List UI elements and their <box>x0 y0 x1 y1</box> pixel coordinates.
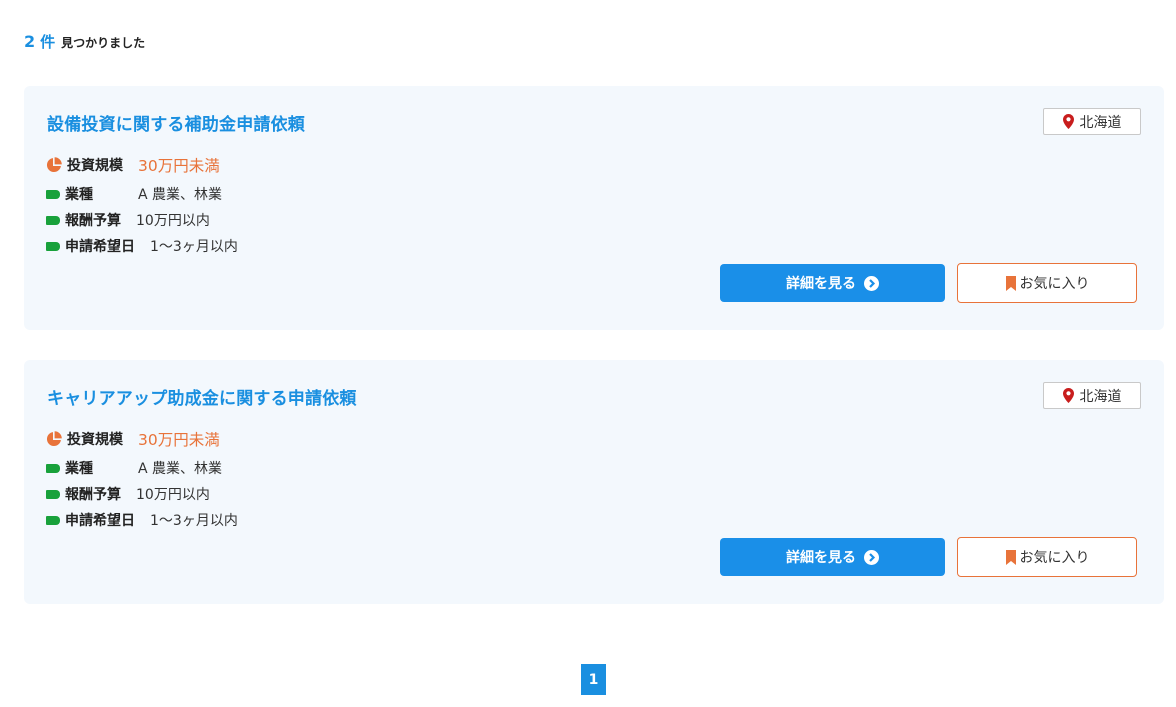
date-row: 申請希望日 1〜3ヶ月以内 <box>46 236 238 256</box>
result-count: 2 件 見つかりました <box>24 31 145 52</box>
industry-label: 業種 <box>65 461 93 477</box>
detail-button-label: 詳細を見る <box>786 276 856 292</box>
industry-label: 業種 <box>65 187 93 203</box>
budget-row: 報酬予算 10万円以内 <box>46 484 210 504</box>
tag-icon <box>46 189 60 199</box>
location-label: 北海道 <box>1079 388 1122 405</box>
detail-button[interactable]: 詳細を見る <box>720 538 945 576</box>
budget-label: 報酬予算 <box>65 213 121 229</box>
chevron-circle-right-icon <box>864 549 879 565</box>
pie-chart-icon <box>46 431 62 447</box>
date-value: 1〜3ヶ月以内 <box>150 239 238 255</box>
investment-label: 投資規模 <box>67 158 123 174</box>
tag-icon <box>46 489 60 499</box>
investment-label: 投資規模 <box>67 432 123 448</box>
location-label: 北海道 <box>1079 114 1122 131</box>
tag-icon <box>46 215 60 225</box>
budget-value: 10万円以内 <box>136 213 210 229</box>
bookmark-icon <box>1005 549 1017 565</box>
investment-value: 30万円未満 <box>138 157 220 175</box>
chevron-circle-right-icon <box>864 275 879 291</box>
investment-row: 投資規模 30万円未満 <box>46 428 220 450</box>
map-pin-icon <box>1062 114 1074 129</box>
date-value: 1〜3ヶ月以内 <box>150 513 238 529</box>
budget-value: 10万円以内 <box>136 487 210 503</box>
industry-value: A 農業、林業 <box>138 187 223 203</box>
favorite-button-label: お気に入り <box>1019 550 1090 566</box>
listing-title[interactable]: キャリアアップ助成金に関する申請依頼 <box>47 384 357 409</box>
investment-value: 30万円未満 <box>138 431 220 449</box>
location-tag: 北海道 <box>1043 108 1141 135</box>
result-count-text: 見つかりました <box>61 36 146 50</box>
detail-button-label: 詳細を見る <box>786 550 856 566</box>
result-count-number: 2 <box>24 32 36 51</box>
tag-icon <box>46 463 60 473</box>
map-pin-icon <box>1062 388 1074 403</box>
result-count-unit: 件 <box>40 33 56 51</box>
date-label: 申請希望日 <box>65 513 135 529</box>
pagination-page-current[interactable]: 1 <box>581 664 606 695</box>
listing-card: 設備投資に関する補助金申請依頼 北海道 投資規模 30万円未満 業種 A 農業、… <box>24 86 1164 330</box>
favorite-button-label: お気に入り <box>1019 276 1090 292</box>
detail-button[interactable]: 詳細を見る <box>720 264 945 302</box>
favorite-button[interactable]: お気に入り <box>957 537 1137 577</box>
listing-card: キャリアアップ助成金に関する申請依頼 北海道 投資規模 30万円未満 業種 A … <box>24 360 1164 604</box>
listing-title[interactable]: 設備投資に関する補助金申請依頼 <box>47 110 305 135</box>
budget-label: 報酬予算 <box>65 487 121 503</box>
tag-icon <box>46 241 60 251</box>
location-tag: 北海道 <box>1043 382 1141 409</box>
date-row: 申請希望日 1〜3ヶ月以内 <box>46 510 238 530</box>
favorite-button[interactable]: お気に入り <box>957 263 1137 303</box>
industry-value: A 農業、林業 <box>138 461 223 477</box>
investment-row: 投資規模 30万円未満 <box>46 154 220 176</box>
budget-row: 報酬予算 10万円以内 <box>46 210 210 230</box>
bookmark-icon <box>1005 275 1017 291</box>
industry-row: 業種 A 農業、林業 <box>46 458 222 478</box>
tag-icon <box>46 515 60 525</box>
pie-chart-icon <box>46 157 62 173</box>
industry-row: 業種 A 農業、林業 <box>46 184 222 204</box>
date-label: 申請希望日 <box>65 239 135 255</box>
